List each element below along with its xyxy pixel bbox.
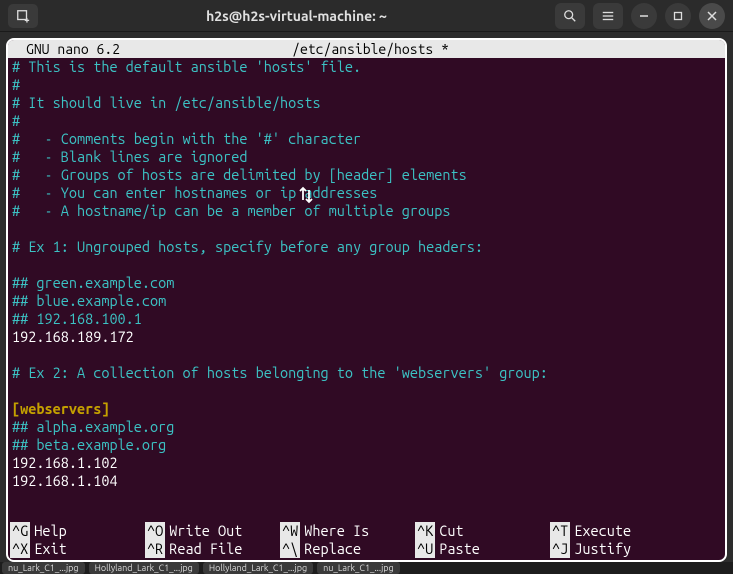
close-button[interactable] (699, 3, 725, 29)
host-entry: 192.168.1.104 (12, 472, 118, 489)
comment-line: # (12, 76, 20, 93)
maximize-button[interactable] (665, 3, 691, 29)
taskbar-item[interactable]: Hollyland_Lark_C1_...jpg (89, 562, 199, 574)
window-titlebar: h2s@h2s-virtual-machine: ~ (0, 0, 733, 32)
taskbar-item[interactable]: nu_Lark_C1_...jpg (2, 562, 85, 574)
comment-line: # - Groups of hosts are delimited by [he… (12, 166, 467, 183)
shortcut-label: Help (34, 522, 66, 540)
nano-filename: /etc/ansible/hosts * (120, 40, 721, 58)
shortcut-label: Read File (169, 540, 242, 558)
search-button[interactable] (555, 3, 585, 29)
nano-shortcut-bar: ^GHelp ^OWrite Out ^WWhere Is ^KCut ^TEx… (8, 522, 725, 560)
shortcut-key: ^R (145, 540, 165, 558)
shortcut-key: ^J (550, 540, 570, 558)
shortcut-key: ^\ (280, 540, 300, 558)
nano-header-bar: GNU nano 6.2 /etc/ansible/hosts * (8, 40, 725, 58)
host-entry: 192.168.1.102 (12, 454, 118, 471)
shortcut-label: Cut (439, 522, 463, 540)
comment-line: ## green.example.com (12, 274, 174, 291)
taskbar-item-label: Hollyland_Lark_C1_...jpg (95, 563, 193, 573)
close-icon (707, 11, 717, 21)
shortcut-key: ^X (10, 540, 30, 558)
comment-line: ## alpha.example.org (12, 418, 174, 435)
nano-program-name: GNU nano 6.2 (12, 40, 120, 58)
shortcut-label: Write Out (169, 522, 242, 540)
taskbar-item[interactable]: Hollyland_Lark_C1_...jpg (203, 562, 313, 574)
shortcut-label: Exit (34, 540, 66, 558)
shortcut-label: Justify (574, 540, 631, 558)
shortcut-label: Replace (304, 540, 361, 558)
new-tab-button[interactable] (8, 4, 38, 28)
taskbar-item[interactable]: nu_Lark_C1_...jpg (317, 562, 400, 574)
shortcut-label: Paste (439, 540, 480, 558)
new-tab-icon (16, 9, 30, 23)
comment-line: ## beta.example.org (12, 436, 166, 453)
menu-button[interactable] (593, 3, 623, 29)
comment-line: # Ex 2: A collection of hosts belonging … (12, 364, 548, 381)
comment-line: # - Comments begin with the '#' characte… (12, 130, 361, 147)
shortcut-label: Execute (574, 522, 631, 540)
shortcut-key: ^W (280, 522, 300, 540)
shortcut-key: ^U (415, 540, 435, 558)
comment-line: # - You can enter hostnames or ip addres… (12, 184, 377, 201)
comment-line: # (12, 112, 20, 129)
shortcut-key: ^T (550, 522, 570, 540)
comment-line: # It should live in /etc/ansible/hosts (12, 94, 321, 111)
taskbar-item-label: nu_Lark_C1_...jpg (323, 563, 394, 573)
desktop-taskbar: nu_Lark_C1_...jpg Hollyland_Lark_C1_...j… (0, 562, 733, 574)
file-content[interactable]: # This is the default ansible 'hosts' fi… (8, 58, 725, 490)
minimize-button[interactable] (631, 3, 657, 29)
maximize-icon (673, 11, 683, 21)
search-icon (563, 9, 577, 23)
hamburger-icon (601, 9, 615, 23)
shortcut-label: Where Is (304, 522, 369, 540)
comment-line: # This is the default ansible 'hosts' fi… (12, 58, 361, 75)
minimize-icon (639, 11, 649, 21)
window-title: h2s@h2s-virtual-machine: ~ (38, 8, 555, 24)
host-entry: 192.168.189.172 (12, 328, 134, 345)
shortcut-key: ^O (145, 522, 165, 540)
shortcut-key: ^G (10, 522, 30, 540)
comment-line: ## blue.example.com (12, 292, 166, 309)
comment-line: ## 192.168.100.1 (12, 310, 142, 327)
comment-line: # - Blank lines are ignored (12, 148, 247, 165)
comment-line: # - A hostname/ip can be a member of mul… (12, 202, 450, 219)
terminal-editor[interactable]: GNU nano 6.2 /etc/ansible/hosts * # This… (6, 38, 727, 562)
taskbar-item-label: nu_Lark_C1_...jpg (8, 563, 79, 573)
shortcut-key: ^K (415, 522, 435, 540)
taskbar-item-label: Hollyland_Lark_C1_...jpg (209, 563, 307, 573)
section-header: [webservers] (12, 400, 109, 417)
comment-line: # Ex 1: Ungrouped hosts, specify before … (12, 238, 483, 255)
